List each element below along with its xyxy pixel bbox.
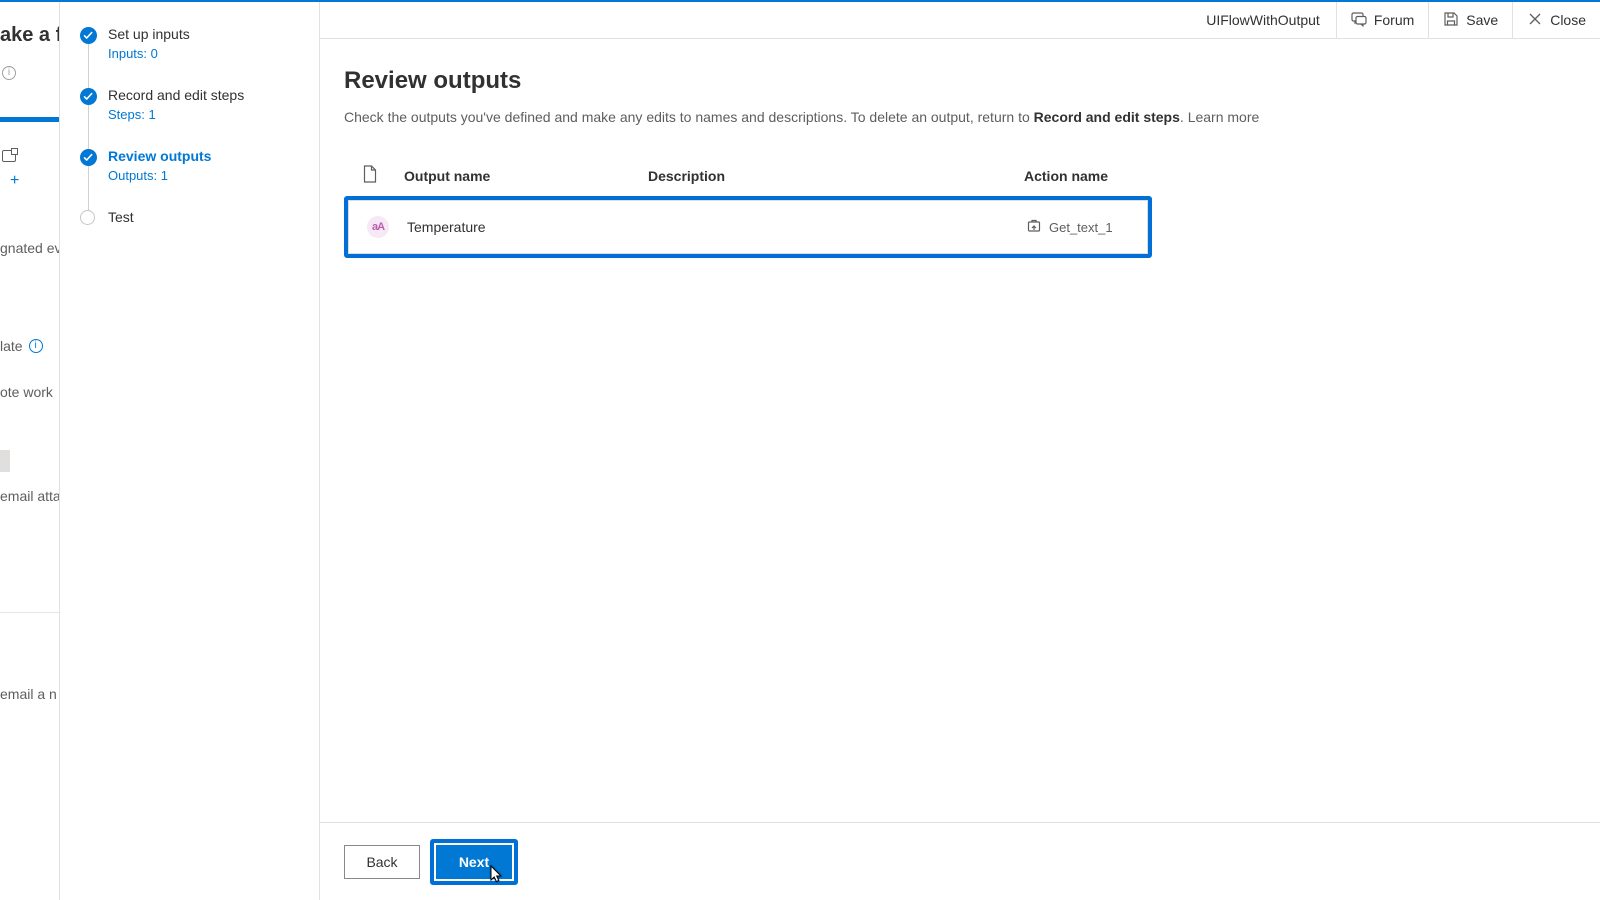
wizard-step-review-outputs[interactable]: Review outputs Outputs: 1	[80, 148, 303, 209]
editor-header: UIFlowWithOutput Forum Save Close	[320, 2, 1600, 39]
table-row[interactable]: aA Temperature Get_text_1	[348, 200, 1148, 254]
forum-button[interactable]: Forum	[1336, 2, 1428, 39]
bg-text-fragment: email a n	[0, 686, 57, 702]
column-type-icon	[362, 165, 404, 186]
next-button[interactable]: Next	[436, 845, 512, 879]
pending-step-icon	[80, 210, 95, 225]
wizard-steps-panel: Set up inputs Inputs: 0 Record and edit …	[60, 2, 320, 900]
step-subtitle: Outputs: 1	[108, 168, 303, 183]
forum-icon	[1351, 11, 1367, 30]
step-title: Set up inputs	[108, 26, 303, 42]
step-subtitle: Steps: 1	[108, 107, 303, 122]
learn-more-link[interactable]: Learn more	[1188, 109, 1260, 125]
highlighted-row: aA Temperature Get_text_1	[344, 196, 1152, 258]
output-name-cell: Temperature	[407, 219, 651, 235]
output-action-cell: Get_text_1	[1027, 219, 1143, 236]
info-icon: i	[29, 339, 43, 353]
bg-heading-fragment: ake a fl	[0, 24, 60, 47]
wizard-step-inputs[interactable]: Set up inputs Inputs: 0	[80, 26, 303, 87]
page-description: Check the outputs you've defined and mak…	[344, 109, 1576, 125]
column-header-description[interactable]: Description	[648, 168, 1024, 184]
checkmark-icon	[80, 27, 97, 44]
column-header-action[interactable]: Action name	[1024, 168, 1572, 184]
checkmark-icon	[80, 149, 97, 166]
save-button[interactable]: Save	[1428, 2, 1512, 39]
close-icon	[1527, 11, 1543, 30]
bg-text-fragment: ote work	[0, 384, 53, 400]
checkmark-icon	[80, 88, 97, 105]
wizard-step-test[interactable]: Test	[80, 209, 303, 251]
text-type-icon: aA	[367, 216, 389, 238]
info-icon: i	[2, 66, 16, 80]
wizard-step-record[interactable]: Record and edit steps Steps: 1	[80, 87, 303, 148]
close-button[interactable]: Close	[1512, 2, 1600, 39]
next-button-highlight: Next	[430, 839, 518, 885]
action-icon	[1027, 219, 1041, 236]
bg-text-fragment: late	[0, 338, 23, 354]
bg-box-fragment	[0, 450, 10, 472]
bg-text-fragment: email attac	[0, 488, 60, 504]
save-icon	[1443, 11, 1459, 30]
plus-icon: +	[10, 172, 19, 190]
page-title: Review outputs	[344, 67, 1576, 95]
bg-text-fragment: gnated even	[0, 240, 60, 256]
outputs-table: Output name Description Action name aA T…	[344, 165, 1576, 258]
step-title: Record and edit steps	[108, 87, 303, 103]
column-header-name[interactable]: Output name	[404, 168, 648, 184]
step-title: Review outputs	[108, 148, 303, 164]
wizard-footer: Back Next	[320, 822, 1600, 900]
table-header: Output name Description Action name	[344, 165, 1576, 196]
back-button[interactable]: Back	[344, 845, 420, 879]
flow-icon	[2, 150, 20, 162]
flow-name[interactable]: UIFlowWithOutput	[1190, 2, 1336, 39]
left-background-panel: ake a fl i + gnated even late i ote work…	[0, 2, 60, 900]
progress-bar-fragment	[0, 117, 59, 122]
step-subtitle: Inputs: 0	[108, 46, 303, 61]
step-title: Test	[108, 209, 303, 225]
